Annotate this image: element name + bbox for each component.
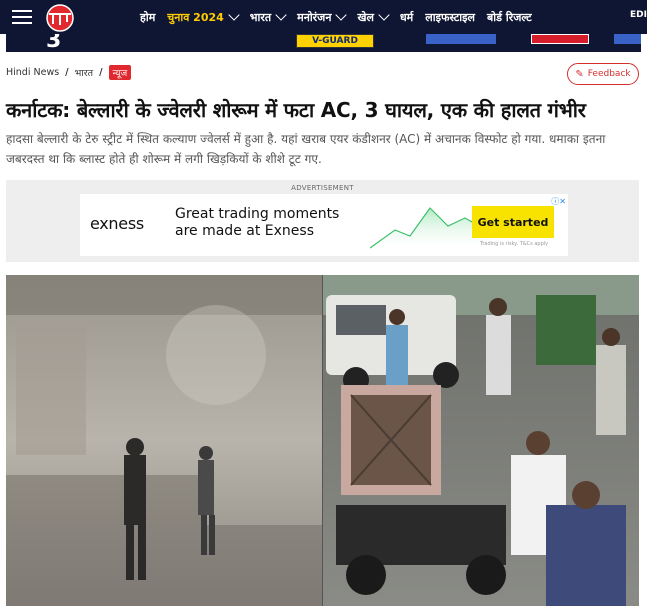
ad-label: ADVERTISEMENT bbox=[291, 184, 354, 192]
feedback-label: Feedback bbox=[587, 69, 631, 79]
aajtak-logo[interactable] bbox=[40, 2, 80, 32]
article-image-graphic bbox=[6, 275, 639, 606]
ad-banner[interactable]: exness Great trading moments are made at… bbox=[80, 194, 568, 256]
ad-tagline-line2: are made at Exness bbox=[175, 223, 314, 239]
chevron-down-icon bbox=[378, 9, 390, 21]
nav-item-label: लाइफस्टाइल bbox=[425, 10, 475, 24]
main-menu: होम चुनाव 2024 भारत मनोरंजन खेल धर्म लाइफस्टाइ… bbox=[140, 0, 544, 34]
nav-item-label: मनोरंजन bbox=[297, 10, 332, 24]
advertisement: ADVERTISEMENT exness Great trading momen… bbox=[6, 180, 639, 262]
nav-item[interactable]: लाइफस्टाइल bbox=[425, 10, 475, 25]
ad-tagline-line1: Great trading moments bbox=[175, 206, 340, 222]
article-image[interactable] bbox=[6, 275, 639, 606]
get-started-button[interactable]: Get started bbox=[472, 206, 554, 238]
nav-item-label: भारत bbox=[249, 10, 272, 24]
breadcrumb: Hindi News / भारत / न्यूज bbox=[6, 65, 132, 80]
adchoices-icon[interactable]: ⓘ✕ bbox=[551, 196, 566, 207]
top-navigation: होम चुनाव 2024 भारत मनोरंजन खेल धर्म लाइफस्टाइ… bbox=[0, 0, 647, 34]
nav-item-label: होम bbox=[140, 10, 156, 24]
breadcrumb-home[interactable]: Hindi News bbox=[6, 67, 59, 78]
nav-item[interactable]: चुनाव 2024 bbox=[167, 9, 240, 25]
nav-item-label: बोर्ड रिजल्ट bbox=[487, 10, 532, 24]
nav-item[interactable]: भारत bbox=[249, 9, 287, 25]
breadcrumb-separator: / bbox=[99, 67, 103, 78]
ad-brand-box[interactable]: V-GUARD bbox=[296, 34, 374, 48]
nav-item-label: धर्म bbox=[399, 10, 414, 24]
nav-item[interactable]: बोर्ड रिजल्ट bbox=[487, 10, 532, 25]
nav-item-label: खेल bbox=[357, 10, 374, 24]
feedback-button[interactable]: ✎ Feedback bbox=[567, 63, 639, 85]
nav-item[interactable]: होम bbox=[140, 10, 155, 25]
top-ad-strip[interactable]: 3 V-GUARD bbox=[6, 34, 641, 52]
breadcrumb-badge[interactable]: न्यूज bbox=[108, 65, 132, 80]
pencil-icon: ✎ bbox=[575, 68, 584, 80]
ad-number: 3 bbox=[46, 34, 62, 52]
ad-tagline: Great trading moments are made at Exness bbox=[175, 206, 339, 240]
breadcrumb-separator: / bbox=[65, 67, 69, 78]
nav-item-label: चुनाव 2024 bbox=[167, 10, 224, 24]
ad-box-blue[interactable] bbox=[426, 34, 496, 44]
ad-risk-disclaimer: Trading is risky. T&Cs apply bbox=[480, 241, 549, 247]
article-summary: हादसा बेल्लारी के टेरु स्ट्रीट में स्थित… bbox=[6, 132, 606, 166]
ad-box-red[interactable] bbox=[531, 34, 589, 44]
chevron-down-icon bbox=[275, 9, 287, 21]
article-headline: कर्नाटक: बेल्लारी के ज्वेलरी शोरूम में फ… bbox=[6, 98, 586, 122]
ad-brand-logo: exness bbox=[90, 214, 144, 233]
chevron-down-icon bbox=[335, 9, 348, 21]
breadcrumb-section[interactable]: भारत bbox=[75, 66, 93, 79]
nav-item[interactable]: खेल bbox=[357, 9, 390, 25]
menu-icon[interactable] bbox=[12, 10, 32, 24]
chevron-down-icon bbox=[228, 9, 240, 21]
edition-switch[interactable]: EDI bbox=[630, 10, 647, 20]
ad-box-right[interactable] bbox=[614, 34, 641, 44]
nav-item[interactable]: मनोरंजन bbox=[297, 9, 348, 25]
nav-item[interactable]: धर्म bbox=[400, 10, 413, 25]
